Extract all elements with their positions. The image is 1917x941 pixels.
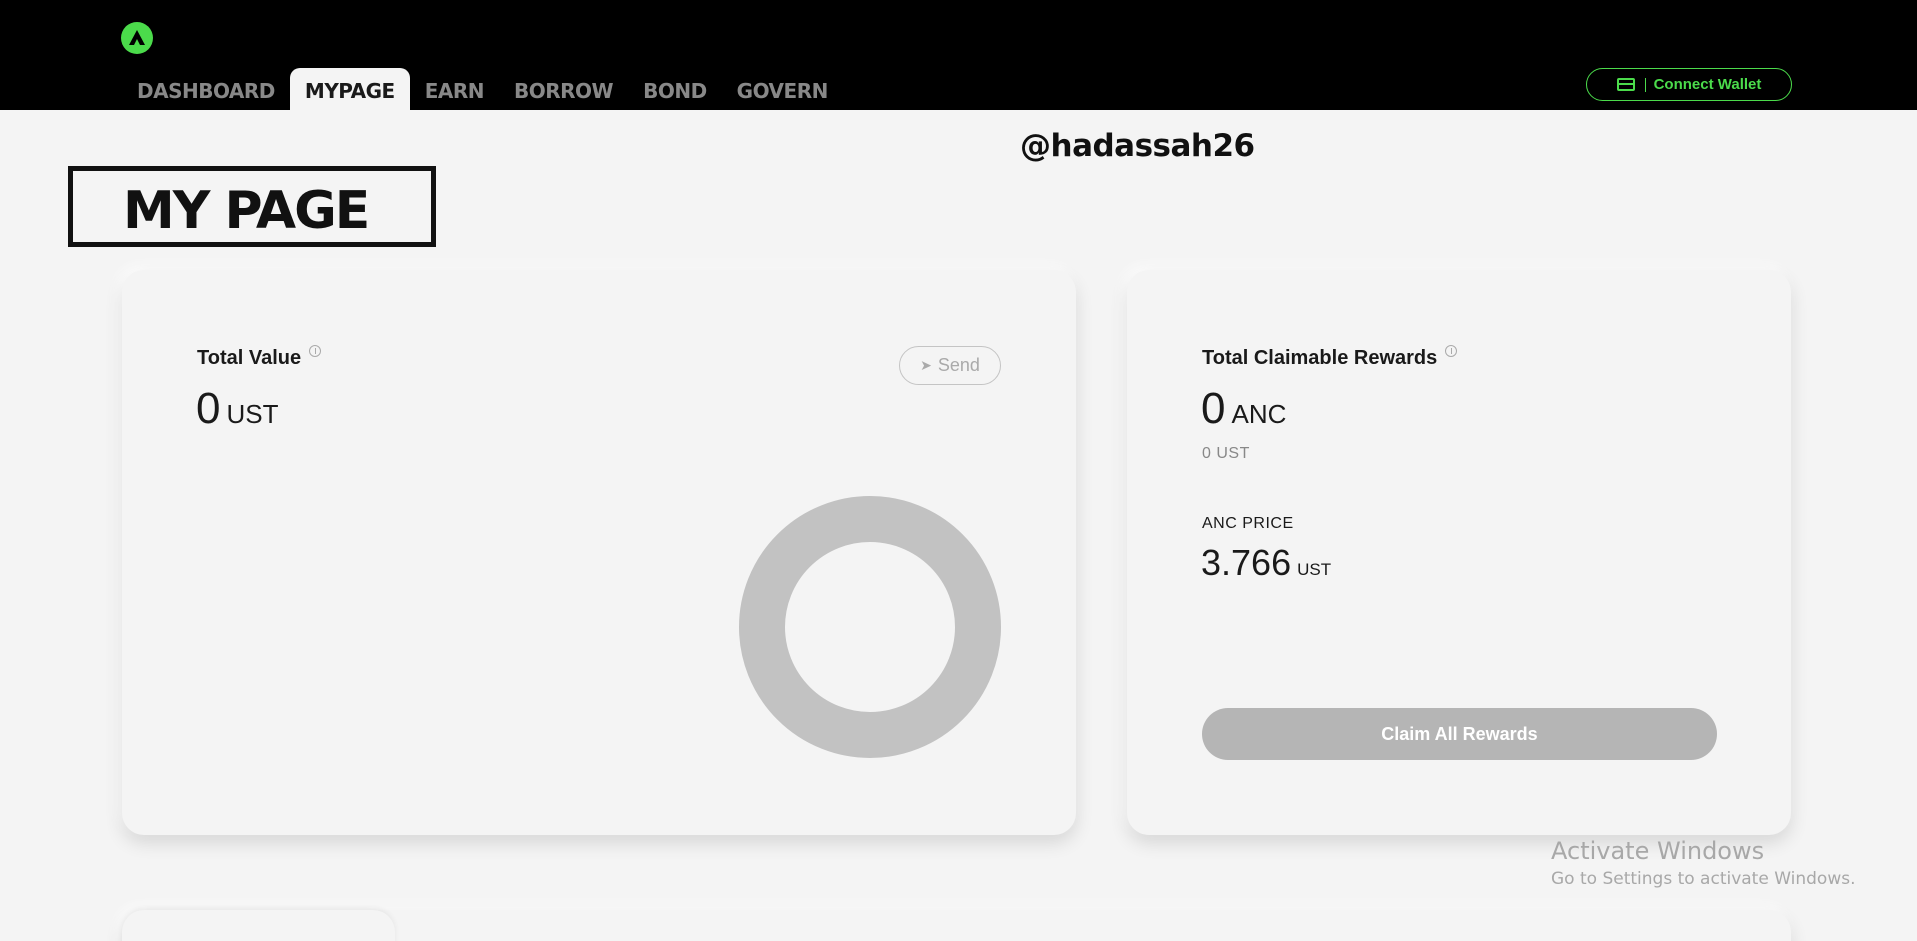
claimable-rewards-label: Total Claimable Rewards	[1202, 345, 1458, 370]
send-label: Send	[937, 355, 980, 375]
donut-ring	[739, 496, 1001, 758]
anc-price-amount: 3.766 UST	[1201, 542, 1331, 584]
claimable-rewards-label-text: Total Claimable Rewards	[1202, 347, 1438, 369]
top-header: DASHBOARD MYPAGE EARN BORROW BOND GOVERN…	[0, 0, 1917, 110]
wallet-divider	[1644, 77, 1646, 92]
username-overlay: @hadassah26	[1020, 128, 1255, 164]
watermark-title: Activate Windows	[1551, 837, 1765, 865]
page-title: MY PAGE	[123, 181, 370, 241]
anc-price-unit: UST	[1297, 560, 1332, 579]
page-title-box: MY PAGE	[68, 166, 436, 247]
connect-wallet-button[interactable]: Connect Wallet	[1586, 68, 1792, 101]
claimable-rewards-ust: 0 UST	[1202, 445, 1250, 462]
total-value-label: Total Value	[197, 345, 322, 370]
total-value-card: Total Value 0 UST ➤ Send	[122, 270, 1076, 835]
claim-all-rewards-button[interactable]: Claim All Rewards	[1202, 708, 1717, 760]
tab-dashboard[interactable]: DASHBOARD	[122, 68, 290, 110]
anchor-logo-icon[interactable]	[121, 22, 153, 54]
bottom-tabs-card	[122, 910, 1791, 941]
tab-bond[interactable]: BOND	[628, 68, 722, 110]
info-icon[interactable]	[309, 345, 322, 357]
tab-mypage[interactable]: MYPAGE	[289, 68, 410, 110]
anc-price-label: ANC PRICE	[1202, 515, 1294, 532]
info-icon[interactable]	[1445, 345, 1458, 357]
total-value-number: 0	[196, 384, 221, 433]
bottom-tab[interactable]	[122, 910, 395, 941]
total-value-donut-chart	[739, 496, 1001, 758]
send-icon: ➤	[920, 357, 932, 373]
connect-wallet-label: Connect Wallet	[1653, 76, 1762, 93]
rewards-card: Total Claimable Rewards 0 ANC 0 UST ANC P…	[1127, 270, 1791, 835]
claimable-rewards-number: 0	[1201, 384, 1226, 433]
windows-activation-watermark: Activate Windows Go to Settings to activ…	[1551, 837, 1856, 889]
wallet-icon	[1616, 78, 1635, 91]
anc-price-number: 3.766	[1201, 542, 1292, 583]
main-nav: DASHBOARD MYPAGE EARN BORROW BOND GOVERN	[122, 68, 843, 110]
total-value-amount: 0 UST	[196, 384, 278, 434]
send-button[interactable]: ➤ Send	[899, 346, 1001, 385]
tab-earn[interactable]: EARN	[410, 68, 499, 110]
tab-govern[interactable]: GOVERN	[722, 68, 843, 110]
tab-borrow[interactable]: BORROW	[499, 68, 628, 110]
claimable-rewards-unit: ANC	[1231, 399, 1287, 429]
total-value-label-text: Total Value	[197, 347, 302, 369]
total-value-unit: UST	[226, 399, 279, 429]
watermark-subtitle: Go to Settings to activate Windows.	[1551, 869, 1856, 889]
claimable-rewards-amount: 0 ANC	[1201, 384, 1286, 434]
